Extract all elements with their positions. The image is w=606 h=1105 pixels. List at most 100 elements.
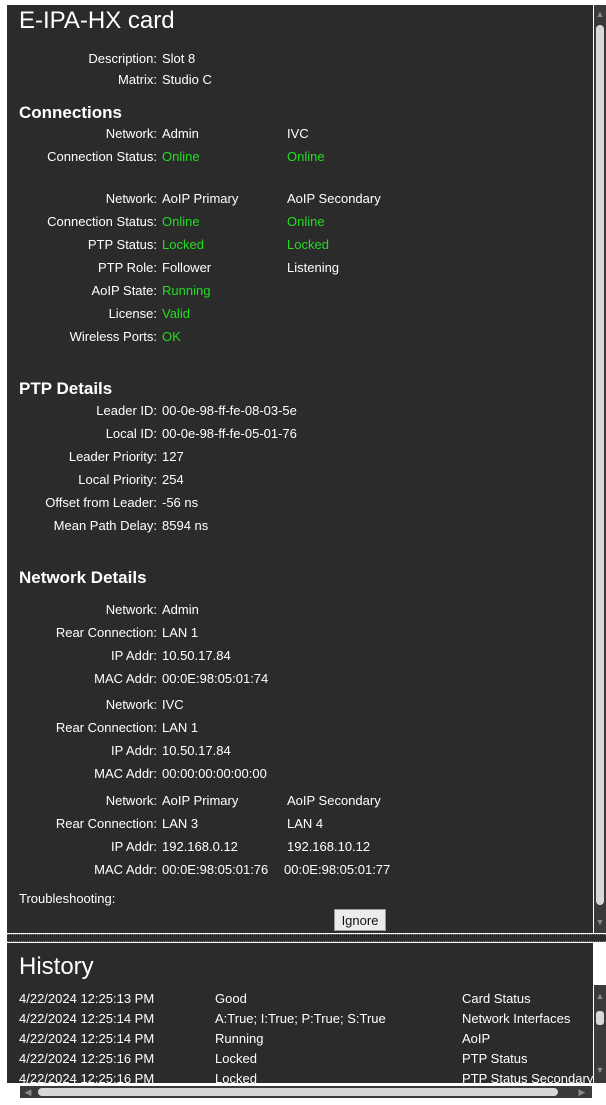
- license-value: Valid: [162, 306, 190, 321]
- rear-connection-value: LAN 1: [162, 625, 199, 640]
- leader-id-label: Leader ID:: [96, 403, 157, 418]
- history-source: Card Status: [462, 991, 531, 1006]
- history-vertical-scrollbar[interactable]: ▲ ▼: [594, 985, 606, 1083]
- ptp-role-primary: Follower: [162, 260, 212, 275]
- scroll-right-arrow-icon[interactable]: ▶: [576, 1086, 588, 1098]
- network-aoip-secondary: AoIP Secondary: [287, 191, 381, 206]
- history-source: AoIP: [462, 1031, 491, 1046]
- history-row[interactable]: 4/22/2024 12:25:14 PM Running AoIP: [19, 1031, 589, 1049]
- ip-addr-value: 10.50.17.84: [162, 743, 231, 758]
- history-row[interactable]: 4/22/2024 12:25:14 PM A:True; I:True; P:…: [19, 1011, 589, 1029]
- network-value: IVC: [162, 697, 184, 712]
- wireless-ports-label: Wireless Ports:: [69, 329, 157, 344]
- history-row[interactable]: 4/22/2024 12:25:13 PM Good Card Status: [19, 991, 589, 1009]
- mac-addr-label: MAC Addr:: [94, 862, 157, 877]
- mac-addr-value: 00:00:00:00:00:00: [162, 766, 267, 781]
- network-label: Network:: [105, 697, 157, 712]
- aoip-state-label: AoIP State:: [91, 283, 157, 298]
- aoip-mac-row: MAC Addr: 00:0E:98:05:01:76 00:0E:98:05:…: [7, 862, 593, 884]
- network-ivc: IVC: [287, 126, 309, 141]
- license-label: License:: [108, 306, 157, 321]
- ptp-status-secondary: Locked: [287, 237, 329, 252]
- card-details-panel: E-IPA-HX card Description: Slot 8 Matrix…: [7, 5, 593, 933]
- scroll-up-arrow-icon[interactable]: ▲: [594, 7, 606, 21]
- aoip-ip-row: IP Addr: 192.168.0.12 192.168.10.12: [7, 839, 593, 861]
- history-row[interactable]: 4/22/2024 12:25:16 PM Locked PTP Status …: [19, 1071, 593, 1083]
- admin-status: Online: [162, 149, 200, 164]
- local-priority-value: 254: [162, 472, 184, 487]
- connections-heading: Connections: [19, 103, 122, 122]
- admin-mac-row: MAC Addr: 00:0E:98:05:01:74: [7, 671, 593, 693]
- mean-delay-label: Mean Path Delay:: [53, 518, 157, 533]
- ivc-mac-row: MAC Addr: 00:00:00:00:00:00: [7, 766, 593, 788]
- network-admin: Admin: [162, 126, 199, 141]
- mean-delay-value: 8594 ns: [162, 518, 209, 533]
- scrollbar-thumb[interactable]: [596, 1011, 604, 1025]
- rear-connection-label: Rear Connection:: [55, 625, 157, 640]
- admin-rear-row: Rear Connection: LAN 1: [7, 625, 593, 647]
- connection-status-label: Connection Status:: [47, 149, 157, 164]
- ip-addr-label: IP Addr:: [110, 743, 157, 758]
- ptp-details-heading: PTP Details: [19, 379, 113, 398]
- card-title: E-IPA-HX card: [19, 7, 175, 34]
- rear-secondary-value: LAN 4: [287, 816, 324, 831]
- history-row[interactable]: 4/22/2024 12:25:16 PM Locked PTP Status: [19, 1051, 589, 1069]
- history-source: PTP Status Secondary: [462, 1071, 593, 1083]
- network-primary-value: AoIP Primary: [162, 793, 239, 808]
- history-horizontal-scrollbar[interactable]: ◀ ▶: [20, 1086, 592, 1098]
- history-time: 4/22/2024 12:25:16 PM: [19, 1071, 155, 1083]
- aoip-network-detail-row: Network: AoIP Primary AoIP Secondary: [7, 793, 593, 815]
- history-value: Locked: [215, 1071, 257, 1083]
- local-priority-label: Local Priority:: [78, 472, 157, 487]
- network-details-heading: Network Details: [19, 568, 147, 587]
- history-time: 4/22/2024 12:25:13 PM: [19, 991, 155, 1006]
- aoip-rear-row: Rear Connection: LAN 3 LAN 4: [7, 816, 593, 838]
- ptp-role-label: PTP Role:: [97, 260, 157, 275]
- ivc-ip-row: IP Addr: 10.50.17.84: [7, 743, 593, 765]
- connections-network-row: Network: Admin IVC: [7, 126, 593, 148]
- aoip-state-row: AoIP State: Running: [7, 283, 593, 305]
- license-row: License: Valid: [7, 306, 593, 328]
- scroll-up-arrow-icon[interactable]: ▲: [594, 989, 606, 1003]
- ptp-role-row: PTP Role: Follower Listening: [7, 260, 593, 282]
- history-time: 4/22/2024 12:25:14 PM: [19, 1031, 155, 1046]
- aoip-status-row: Connection Status: Online Online: [7, 214, 593, 236]
- scrollbar-thumb[interactable]: [38, 1088, 558, 1096]
- history-value: Good: [215, 991, 247, 1006]
- scroll-down-arrow-icon[interactable]: ▼: [594, 1063, 606, 1077]
- history-source: Network Interfaces: [462, 1011, 571, 1026]
- offset-value: -56 ns: [162, 495, 199, 510]
- history-value: Locked: [215, 1051, 257, 1066]
- ptp-status-primary: Locked: [162, 237, 204, 252]
- connections-status-row: Connection Status: Online Online: [7, 149, 593, 171]
- network-label: Network:: [105, 191, 157, 206]
- ignore-button[interactable]: Ignore: [334, 909, 386, 931]
- matrix-value: Studio C: [162, 72, 212, 87]
- aoip-secondary-status: Online: [287, 214, 325, 229]
- history-panel: History 4/22/2024 12:25:13 PM Good Card …: [7, 943, 593, 1083]
- scroll-down-arrow-icon[interactable]: ▼: [594, 915, 606, 929]
- mean-delay-row: Mean Path Delay: 8594 ns: [7, 518, 593, 540]
- network-label: Network:: [105, 793, 157, 808]
- network-value: Admin: [162, 602, 199, 617]
- history-time: 4/22/2024 12:25:14 PM: [19, 1011, 155, 1026]
- aoip-state-value: Running: [162, 283, 211, 298]
- rear-connection-label: Rear Connection:: [55, 816, 157, 831]
- mac-secondary-value: 00:0E:98:05:01:77: [284, 862, 391, 877]
- connection-status-label: Connection Status:: [47, 214, 157, 229]
- pane-splitter[interactable]: [7, 934, 606, 942]
- history-value: A:True; I:True; P:True; S:True: [215, 1011, 386, 1026]
- mac-addr-label: MAC Addr:: [94, 766, 157, 781]
- ip-secondary-value: 192.168.10.12: [287, 839, 371, 854]
- troubleshooting-label: Troubleshooting:: [19, 891, 116, 906]
- scrollbar-thumb[interactable]: [596, 25, 604, 905]
- aoip-primary-status: Online: [162, 214, 200, 229]
- admin-ip-row: IP Addr: 10.50.17.84: [7, 648, 593, 670]
- ptp-status-row: PTP Status: Locked Locked: [7, 237, 593, 259]
- ip-addr-value: 10.50.17.84: [162, 648, 231, 663]
- mac-addr-value: 00:0E:98:05:01:74: [162, 671, 269, 686]
- leader-id-row: Leader ID: 00-0e-98-ff-fe-08-03-5e: [7, 403, 593, 425]
- scroll-left-arrow-icon[interactable]: ◀: [22, 1086, 34, 1098]
- network-secondary-value: AoIP Secondary: [287, 793, 381, 808]
- details-vertical-scrollbar[interactable]: ▲ ▼: [594, 5, 606, 933]
